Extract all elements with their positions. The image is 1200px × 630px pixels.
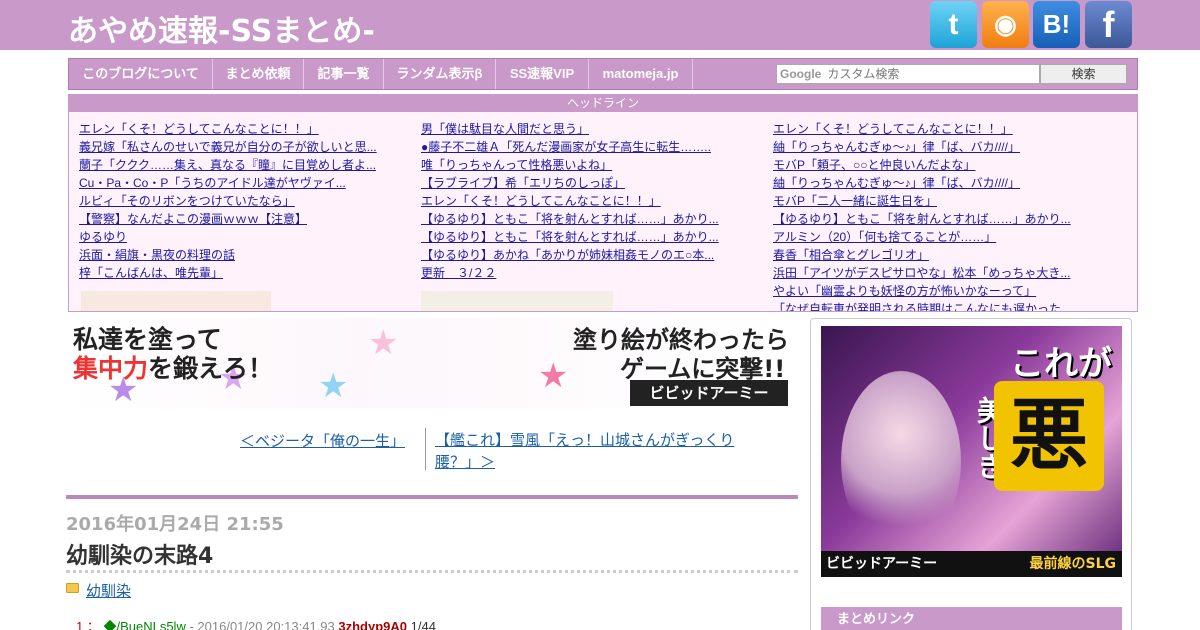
headline-column-3: エレン「くそ！どうしてこんなことに！！」 紬「りっちゃんむぎゅ～♪」律「ば、バカ… — [773, 120, 1093, 311]
folder-icon — [66, 583, 79, 593]
headline-link[interactable]: モバP「二人一緒に誕生日を」 — [773, 192, 1093, 210]
post-title: 幼馴染の末路4 — [66, 544, 214, 569]
headline-link[interactable]: エレン「くそ！どうしてこんなことに！！」 — [79, 120, 399, 138]
headline-link[interactable]: 【ゆるゆり】ともこ「将を射んとすれば……」あかり... — [773, 210, 1093, 228]
headline-link[interactable]: 蘭子「ククク……集え、真なる『瞳』に目覚めし者よ... — [79, 156, 399, 174]
ad-character-image — [841, 371, 961, 551]
nav-ss-vip[interactable]: SS速報VIP — [496, 59, 589, 89]
headline-link[interactable]: ゆるゆり — [79, 228, 399, 246]
headline-link[interactable]: 「なぜ自転車が発明される時期はこんなにも遅かった... — [773, 300, 1093, 311]
headline-link[interactable]: 浜面・絹旗・黒夜の料理の話 — [79, 246, 399, 264]
star-icon: ★ — [368, 323, 399, 363]
nav-matomeja[interactable]: matomeja.jp — [589, 59, 693, 89]
title-divider — [66, 570, 798, 573]
ad-tagline: 最前線のSLG — [1029, 556, 1117, 572]
sidebar-ad[interactable]: これが 美しき 悪 ビビッドアーミー 最前線のSLG — [821, 326, 1122, 577]
ad-brand: ビビッドアーミー — [826, 556, 938, 572]
headline-link[interactable]: 【ゆるゆり】ともこ「将を射んとすれば……」あかり... — [421, 228, 741, 246]
headline-link[interactable]: 紬「りっちゃんむぎゅ～♪」律「ば、バカ////」 — [773, 174, 1093, 192]
headline-link[interactable]: 更新 ３/２２ — [421, 264, 741, 282]
sidebar-section-title: まとめリンク — [821, 607, 1122, 630]
headline-thumbnail[interactable] — [81, 291, 271, 311]
banner-line-2: 集中力を鍛えろ！ — [73, 354, 274, 383]
headline-title: ヘッドライン — [69, 95, 1137, 112]
category-link[interactable]: 幼馴染 — [86, 580, 131, 601]
site-title[interactable]: あやめ速報-SSまとめ- — [68, 6, 375, 50]
headline-column-2: 男「僕は駄目な人間だと思う」 ●藤子不二雄Ａ「死んだ漫画家が女子高生に転生…….… — [421, 120, 741, 282]
headline-link[interactable]: アルミン（20）「何も捨てることが……」 — [773, 228, 1093, 246]
search-input[interactable]: Google カスタム検索 — [776, 64, 1040, 84]
headline-link[interactable]: 唯「りっちゃんって性格悪いよね」 — [421, 156, 741, 174]
headline-link[interactable]: 浜田「アイツがデスピサロやな」松本「めっちゃ大き... — [773, 264, 1093, 282]
headline-link[interactable]: エレン「くそ！どうしてこんなことに！！」 — [773, 120, 1093, 138]
headline-link[interactable]: ルビィ「そのリボンをつけていたなら」 — [79, 192, 399, 210]
res-header: 1 ： ◆/BueNLs5lw - 2016/01/20 20:13:41.93… — [76, 616, 436, 630]
star-icon: ★ — [318, 366, 349, 406]
facebook-icon[interactable]: f — [1085, 1, 1132, 48]
headline-link[interactable]: 紬「りっちゃんむぎゅ～♪」律「ば、バカ////」 — [773, 138, 1093, 156]
nav-random[interactable]: ランダム表示β — [384, 59, 496, 89]
res-count: 1/44 — [410, 619, 436, 630]
headline-link[interactable]: 春香「相合傘とグレゴリオ」 — [773, 246, 1093, 264]
headline-link[interactable]: Cu・Pa・Co・P「うちのアイドル達がヤヴァイ... — [79, 174, 399, 192]
rss-icon[interactable]: ◉ — [982, 1, 1029, 48]
headline-link[interactable]: エレン「くそ！どうしてこんなことに！！」 — [421, 192, 741, 210]
ad-line-1: これが — [1010, 344, 1112, 384]
headline-link[interactable]: やよい「幽霊よりも妖怪の方が怖いかなーって」 — [773, 282, 1093, 300]
pager-divider — [425, 428, 426, 470]
prev-article-link[interactable]: ＜ベジータ「俺の一生」 — [240, 430, 405, 451]
res-date: - 2016/01/20 20:13:41.93 — [189, 619, 335, 630]
hatena-bookmark-icon[interactable]: B! — [1033, 1, 1080, 48]
headline-link[interactable]: 【警察】なんだよこの漫画ｗｗｗ【注意】 — [79, 210, 399, 228]
headline-link[interactable]: モバP「頼子、○○と仲良いんだよな」 — [773, 156, 1093, 174]
headline-column-1: エレン「くそ！どうしてこんなことに！！」 義兄嫁「私さんのせいで義兄が自分の子が… — [79, 120, 399, 282]
ad-big-glyph: 悪 — [994, 381, 1104, 491]
banner-right-2: ゲームに突撃!! — [620, 355, 786, 383]
banner-ad[interactable]: ★ ★ ★ ★ ★ ★ 私達を塗って 集中力を鍛えろ！ 塗り絵が終わったら ゲー… — [68, 318, 790, 408]
article-rule — [66, 495, 798, 499]
twitter-icon[interactable]: t — [930, 1, 977, 48]
star-icon: ★ — [538, 356, 569, 396]
headline-link[interactable]: 【ラブライブ】希「エリちのしっぽ」 — [421, 174, 741, 192]
headline-thumbnail[interactable] — [421, 291, 613, 311]
search-placeholder: カスタム検索 — [827, 67, 900, 81]
res-number: 1 ： — [76, 619, 100, 630]
headline-link[interactable]: 【ゆるゆり】あかね「あかりが姉妹相姦モノのエ○本... — [421, 246, 741, 264]
headline-link[interactable]: 男「僕は駄目な人間だと思う」 — [421, 120, 741, 138]
site-header: あやめ速報-SSまとめ- t ◉ B! f — [0, 0, 1200, 50]
headline-link[interactable]: 【ゆるゆり】ともこ「将を射んとすれば……」あかり... — [421, 210, 741, 228]
ad-footer: ビビッドアーミー 最前線のSLG — [821, 551, 1122, 577]
sidebar: これが 美しき 悪 ビビッドアーミー 最前線のSLG まとめリンク — [810, 318, 1132, 630]
headline-link[interactable]: ●藤子不二雄Ａ「死んだ漫画家が女子高生に転生…….. — [421, 138, 741, 156]
article-pager: ＜ベジータ「俺の一生」 【艦これ】雪風「えっ！山城さんがぎっくり腰？」＞ — [240, 428, 800, 472]
res-name: ◆/BueNLs5lw — [103, 619, 186, 630]
google-logo: Google — [780, 67, 822, 81]
res-id: 3zhdyp9A0 — [338, 619, 408, 630]
nav-article-list[interactable]: 記事一覧 — [304, 59, 384, 89]
global-nav: このブログについて まとめ依頼 記事一覧 ランダム表示β SS速報VIP mat… — [68, 58, 1138, 90]
headline-link[interactable]: 義兄嫁「私さんのせいで義兄が自分の子が欲しいと思... — [79, 138, 399, 156]
nav-request[interactable]: まとめ依頼 — [213, 59, 304, 89]
headline-link[interactable]: 梓「こんばんは、唯先輩」 — [79, 264, 399, 282]
nav-about[interactable]: このブログについて — [69, 59, 213, 89]
banner-brand: ビビッドアーミー — [630, 380, 788, 406]
next-article-link[interactable]: 【艦これ】雪風「えっ！山城さんがぎっくり腰？」＞ — [435, 430, 765, 474]
search-button[interactable]: 検索 — [1040, 64, 1127, 84]
headline-box: ヘッドライン エレン「くそ！どうしてこんなことに！！」 義兄嫁「私さんのせいで義… — [68, 94, 1138, 312]
post-date: 2016年01月24日 21:55 — [66, 514, 284, 535]
